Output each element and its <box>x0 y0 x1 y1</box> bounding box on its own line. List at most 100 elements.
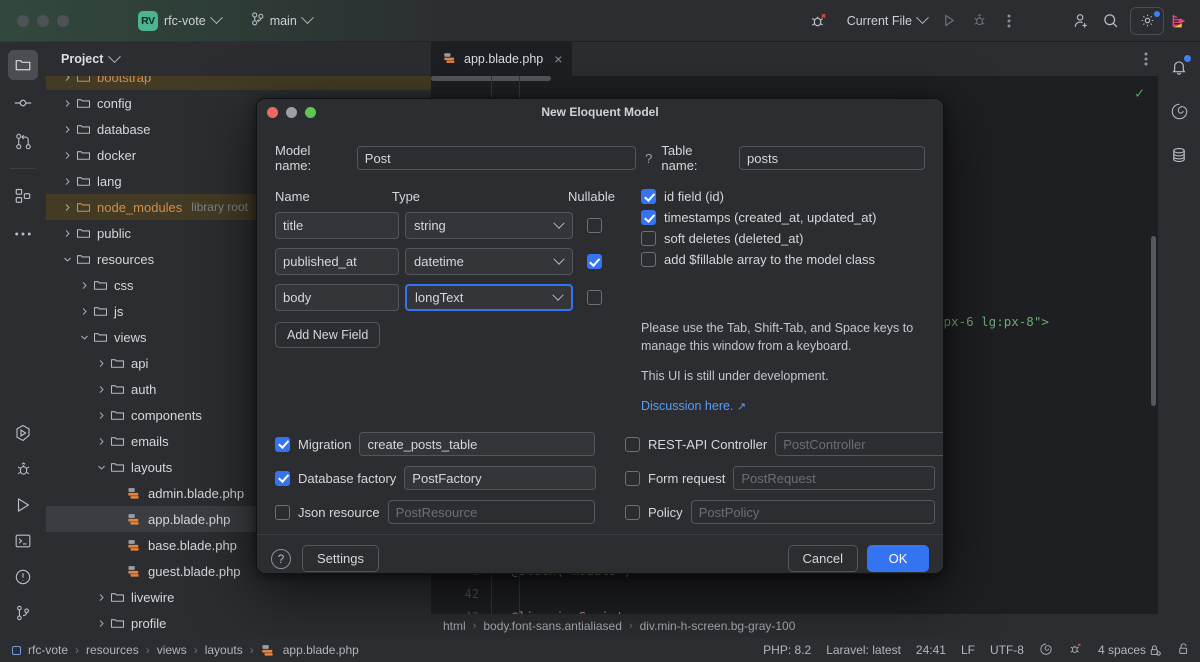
terminal-icon[interactable] <box>8 526 38 556</box>
chevron-right-icon[interactable] <box>60 76 74 82</box>
model-option-row[interactable]: soft deletes (deleted_at) <box>641 231 921 246</box>
status-breadcrumb-item[interactable]: resources <box>86 643 139 657</box>
model-option-row[interactable]: add $fillable array to the model class <box>641 252 921 267</box>
model-option-checkbox[interactable] <box>641 210 656 225</box>
generate-option-checkbox[interactable] <box>275 471 290 486</box>
inspection-ok-icon[interactable]: ✓ <box>1135 84 1144 102</box>
laravel-icon[interactable] <box>1164 96 1194 126</box>
generate-option-checkbox[interactable] <box>275 505 290 520</box>
status-breadcrumb-item[interactable]: layouts <box>205 643 243 657</box>
field-name-input[interactable] <box>275 248 399 275</box>
php-version-label[interactable]: PHP: 8.2 <box>763 643 811 657</box>
run-button[interactable] <box>934 7 964 35</box>
generate-option-input[interactable] <box>388 500 595 524</box>
ok-button[interactable]: OK <box>867 545 929 572</box>
chevron-right-icon[interactable] <box>94 411 108 420</box>
generate-option-input[interactable] <box>775 432 944 456</box>
line-separator-label[interactable]: LF <box>961 643 975 657</box>
debug-attach-icon[interactable] <box>804 7 834 35</box>
problems-icon[interactable] <box>8 562 38 592</box>
window-traffic-lights[interactable] <box>17 15 69 27</box>
discussion-link[interactable]: Discussion here. <box>641 399 733 413</box>
debug-icon[interactable] <box>8 454 38 484</box>
chevron-right-icon[interactable] <box>60 151 74 160</box>
add-user-icon[interactable] <box>1066 7 1096 35</box>
model-option-checkbox[interactable] <box>641 231 656 246</box>
chevron-right-icon[interactable] <box>94 385 108 394</box>
tree-row[interactable]: livewire <box>46 584 431 610</box>
sidebar-item-pull-requests[interactable] <box>8 126 38 156</box>
chevron-down-icon[interactable] <box>94 463 108 472</box>
breadcrumb-item[interactable]: div.min-h-screen.bg-gray-100 <box>640 619 796 633</box>
laravel-status-icon[interactable] <box>1039 642 1053 659</box>
play-icon[interactable] <box>8 490 38 520</box>
ai-assistant-icon[interactable] <box>1164 7 1194 35</box>
field-nullable-checkbox[interactable] <box>587 290 602 305</box>
status-breadcrumb-item[interactable]: app.blade.php <box>283 643 359 657</box>
dialog-close-button[interactable] <box>267 107 278 118</box>
model-option-row[interactable]: timestamps (created_at, updated_at) <box>641 210 921 225</box>
chevron-down-icon[interactable] <box>77 333 91 342</box>
breadcrumb-item[interactable]: html <box>443 619 466 633</box>
breadcrumb-item[interactable]: body.font-sans.antialiased <box>483 619 622 633</box>
sidebar-item-commit[interactable] <box>8 88 38 118</box>
editor-tab-options[interactable] <box>1144 42 1158 76</box>
run-anything-icon[interactable] <box>8 418 38 448</box>
chevron-right-icon[interactable] <box>94 619 108 628</box>
model-option-checkbox[interactable] <box>641 252 656 267</box>
chevron-right-icon[interactable] <box>60 203 74 212</box>
tree-row[interactable]: profile <box>46 610 431 636</box>
status-breadcrumb-item[interactable]: rfc-vote <box>28 643 68 657</box>
laravel-version-label[interactable]: Laravel: latest <box>826 643 901 657</box>
debug-button[interactable] <box>964 7 994 35</box>
notifications-bell-icon[interactable] <box>1164 52 1194 82</box>
settings-button-dialog[interactable]: Settings <box>302 545 379 572</box>
generate-option-input[interactable] <box>733 466 935 490</box>
window-minimize-button[interactable] <box>37 15 49 27</box>
editor-vertical-scrollbar[interactable] <box>1151 236 1156 406</box>
field-nullable-checkbox[interactable] <box>587 218 602 233</box>
run-configuration-selector[interactable]: Current File <box>840 8 934 34</box>
field-type-select[interactable]: datetime <box>405 248 573 275</box>
chevron-right-icon[interactable] <box>94 437 108 446</box>
database-icon[interactable] <box>1164 140 1194 170</box>
window-maximize-button[interactable] <box>57 15 69 27</box>
field-name-input[interactable] <box>275 284 399 311</box>
field-type-select[interactable]: longText <box>405 284 573 311</box>
generate-option-input[interactable] <box>359 432 595 456</box>
chevron-right-icon[interactable] <box>77 281 91 290</box>
field-name-input[interactable] <box>275 212 399 239</box>
generate-option-checkbox[interactable] <box>625 471 640 486</box>
sidebar-item-structure[interactable] <box>8 181 38 211</box>
window-close-button[interactable] <box>17 15 29 27</box>
project-selector[interactable]: RV rfc-vote <box>131 8 228 34</box>
close-icon[interactable]: × <box>554 51 562 67</box>
add-new-field-button[interactable]: Add New Field <box>275 322 380 348</box>
status-bar-breadcrumb[interactable]: rfc-vote›resources›views›layouts› app.bl… <box>12 643 359 658</box>
branch-selector[interactable]: main <box>244 8 319 34</box>
debug-status-icon[interactable] <box>1068 641 1083 659</box>
sidebar-item-more[interactable] <box>8 219 38 249</box>
search-icon[interactable] <box>1096 7 1126 35</box>
chevron-right-icon[interactable] <box>60 99 74 108</box>
chevron-right-icon[interactable] <box>77 307 91 316</box>
model-option-checkbox[interactable] <box>641 189 656 204</box>
cancel-button[interactable]: Cancel <box>788 545 858 572</box>
chevron-right-icon[interactable] <box>60 177 74 186</box>
caret-position-label[interactable]: 24:41 <box>916 643 946 657</box>
chevron-right-icon[interactable] <box>60 229 74 238</box>
generate-option-checkbox[interactable] <box>625 505 640 520</box>
lock-icon[interactable] <box>1177 642 1190 659</box>
help-icon[interactable]: ? <box>271 549 291 569</box>
chevron-down-icon[interactable] <box>60 255 74 264</box>
chevron-right-icon[interactable] <box>60 125 74 134</box>
generate-option-input[interactable] <box>404 466 596 490</box>
sidebar-item-project[interactable] <box>8 50 38 80</box>
field-nullable-checkbox[interactable] <box>587 254 602 269</box>
encoding-label[interactable]: UTF-8 <box>990 643 1024 657</box>
dialog-minimize-button[interactable] <box>286 107 297 118</box>
field-type-select[interactable]: string <box>405 212 573 239</box>
tree-row[interactable]: bootstrap <box>46 76 431 90</box>
settings-button[interactable] <box>1130 7 1164 35</box>
generate-option-input[interactable] <box>691 500 935 524</box>
